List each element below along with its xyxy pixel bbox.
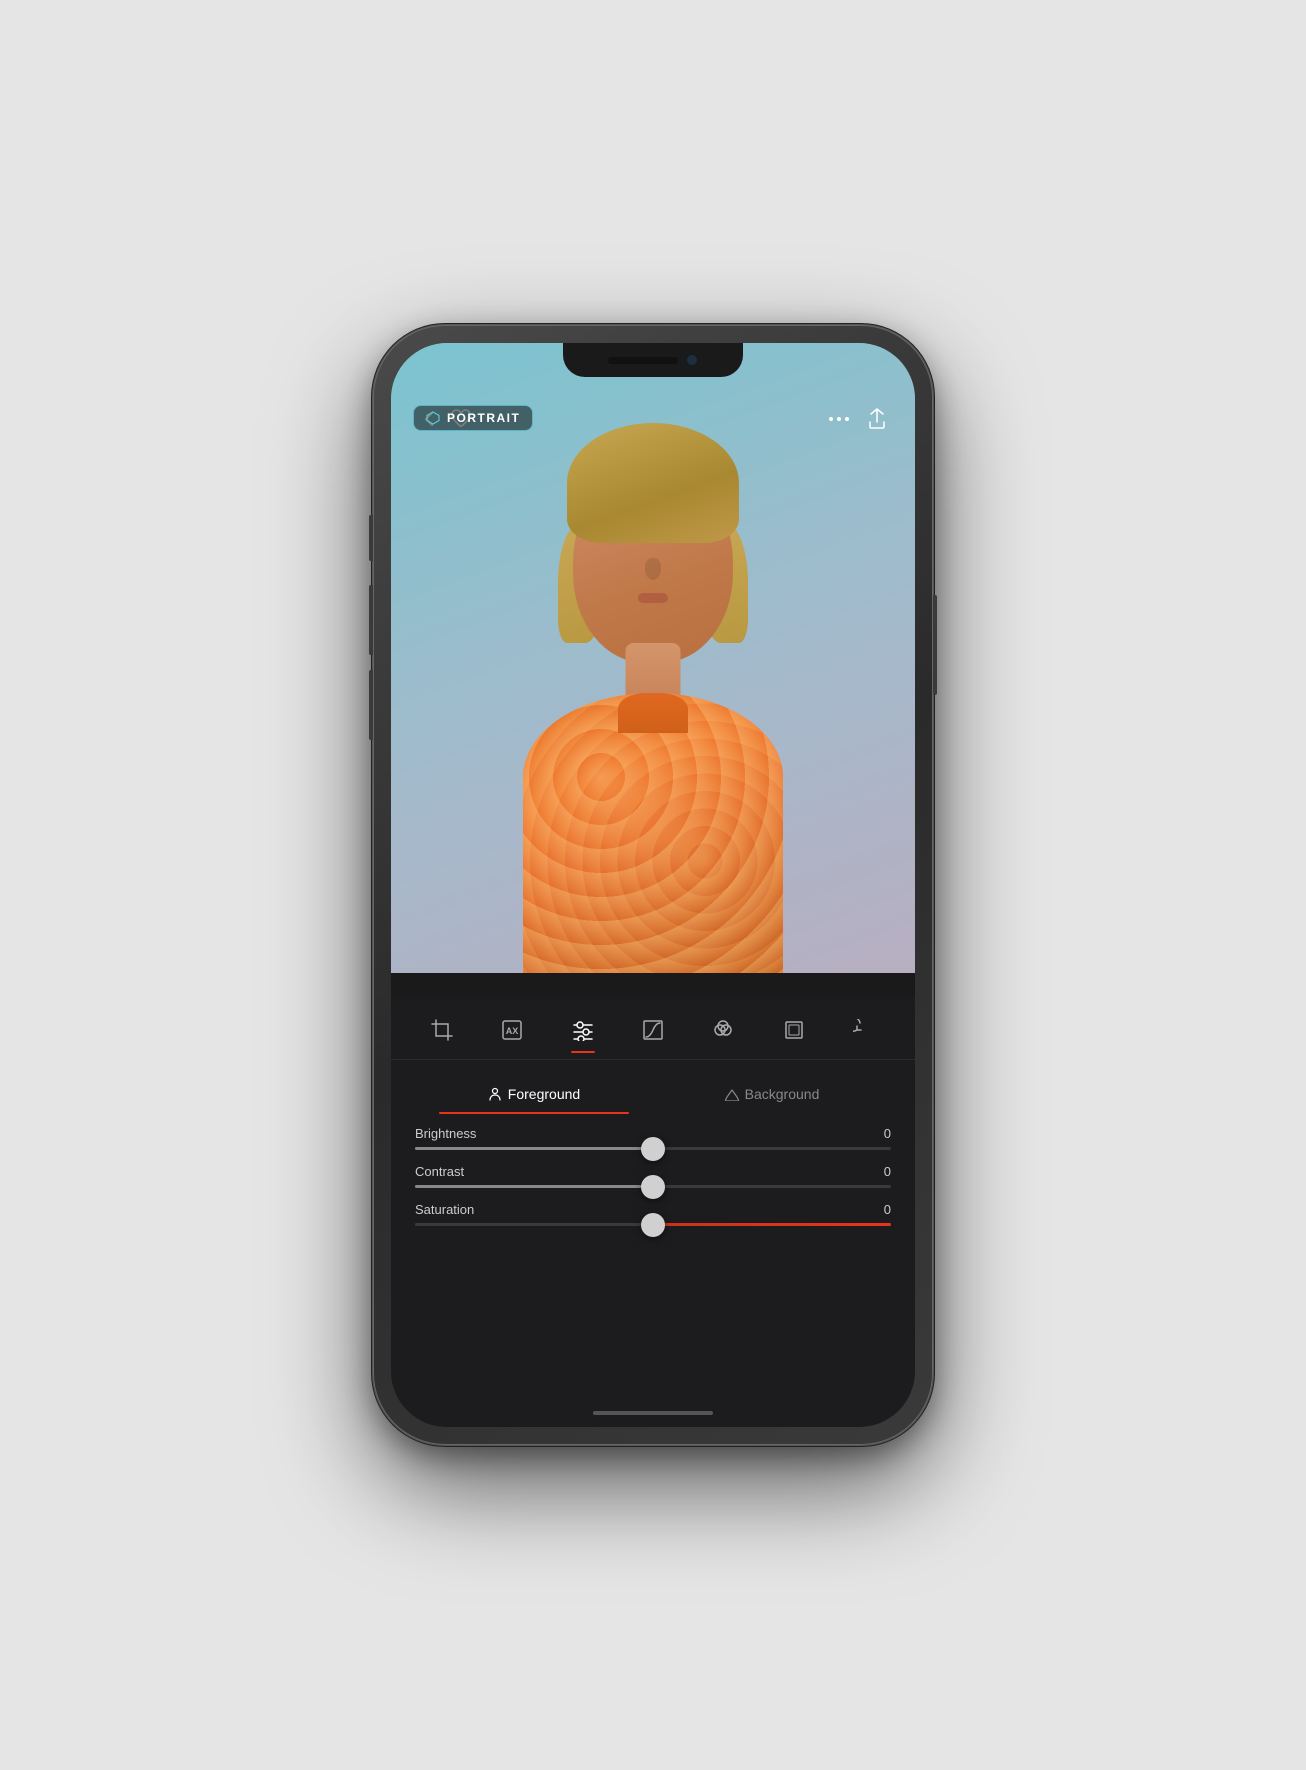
tab-mixer[interactable] — [702, 1009, 744, 1051]
bottom-panel: AX — [391, 997, 915, 1427]
phone-shell: PORTRAIT — [373, 325, 933, 1445]
tab-adjust[interactable] — [562, 1009, 604, 1051]
home-indicator — [593, 1411, 713, 1415]
contrast-value: 0 — [884, 1164, 891, 1179]
tab-auto[interactable]: AX — [491, 1009, 533, 1051]
contrast-label: Contrast — [415, 1164, 464, 1179]
brightness-label: Brightness — [415, 1126, 476, 1141]
brightness-row: Brightness 0 — [415, 1126, 891, 1150]
front-camera — [686, 354, 698, 366]
foreground-segment[interactable]: Foreground — [415, 1076, 653, 1112]
notch — [563, 343, 743, 377]
tab-crop[interactable] — [421, 1009, 463, 1051]
contrast-row: Contrast 0 — [415, 1164, 891, 1188]
background-label: Background — [745, 1086, 820, 1102]
volume-down-button[interactable] — [369, 670, 373, 740]
power-button[interactable] — [933, 595, 937, 695]
saturation-track[interactable] — [415, 1223, 891, 1226]
background-segment[interactable]: Background — [653, 1076, 891, 1112]
saturation-label: Saturation — [415, 1202, 474, 1217]
portrait-icon — [426, 411, 440, 425]
tool-tabs: AX — [391, 997, 915, 1060]
saturation-value: 0 — [884, 1202, 891, 1217]
saturation-thumb[interactable] — [641, 1213, 665, 1237]
svg-text:AX: AX — [506, 1026, 519, 1036]
tab-frame[interactable] — [773, 1009, 815, 1051]
mute-button[interactable] — [369, 515, 373, 561]
photo-area: PORTRAIT — [391, 343, 915, 973]
brightness-value: 0 — [884, 1126, 891, 1141]
foreground-label: Foreground — [508, 1086, 580, 1102]
background-icon — [725, 1087, 739, 1101]
person-body — [523, 693, 783, 973]
speaker — [608, 357, 678, 364]
portrait-badge: PORTRAIT — [413, 405, 533, 431]
tab-curves[interactable] — [632, 1009, 674, 1051]
share-button[interactable] — [861, 403, 893, 435]
sliders-section: Brightness 0 Contrast 0 — [391, 1112, 915, 1226]
saturation-row: Saturation 0 — [415, 1202, 891, 1226]
contrast-track[interactable] — [415, 1185, 891, 1188]
tab-history[interactable] — [843, 1009, 885, 1051]
segment-control: Foreground Background — [415, 1076, 891, 1112]
contrast-thumb[interactable] — [641, 1175, 665, 1199]
portrait-badge-text: PORTRAIT — [447, 411, 520, 425]
volume-up-button[interactable] — [369, 585, 373, 655]
phone-screen: PORTRAIT — [391, 343, 915, 1427]
brightness-track[interactable] — [415, 1147, 891, 1150]
more-button[interactable] — [829, 417, 849, 421]
foreground-icon — [488, 1087, 502, 1101]
brightness-thumb[interactable] — [641, 1137, 665, 1161]
active-tab-indicator — [571, 1051, 595, 1053]
page-wrapper: PORTRAIT — [0, 0, 1306, 1770]
